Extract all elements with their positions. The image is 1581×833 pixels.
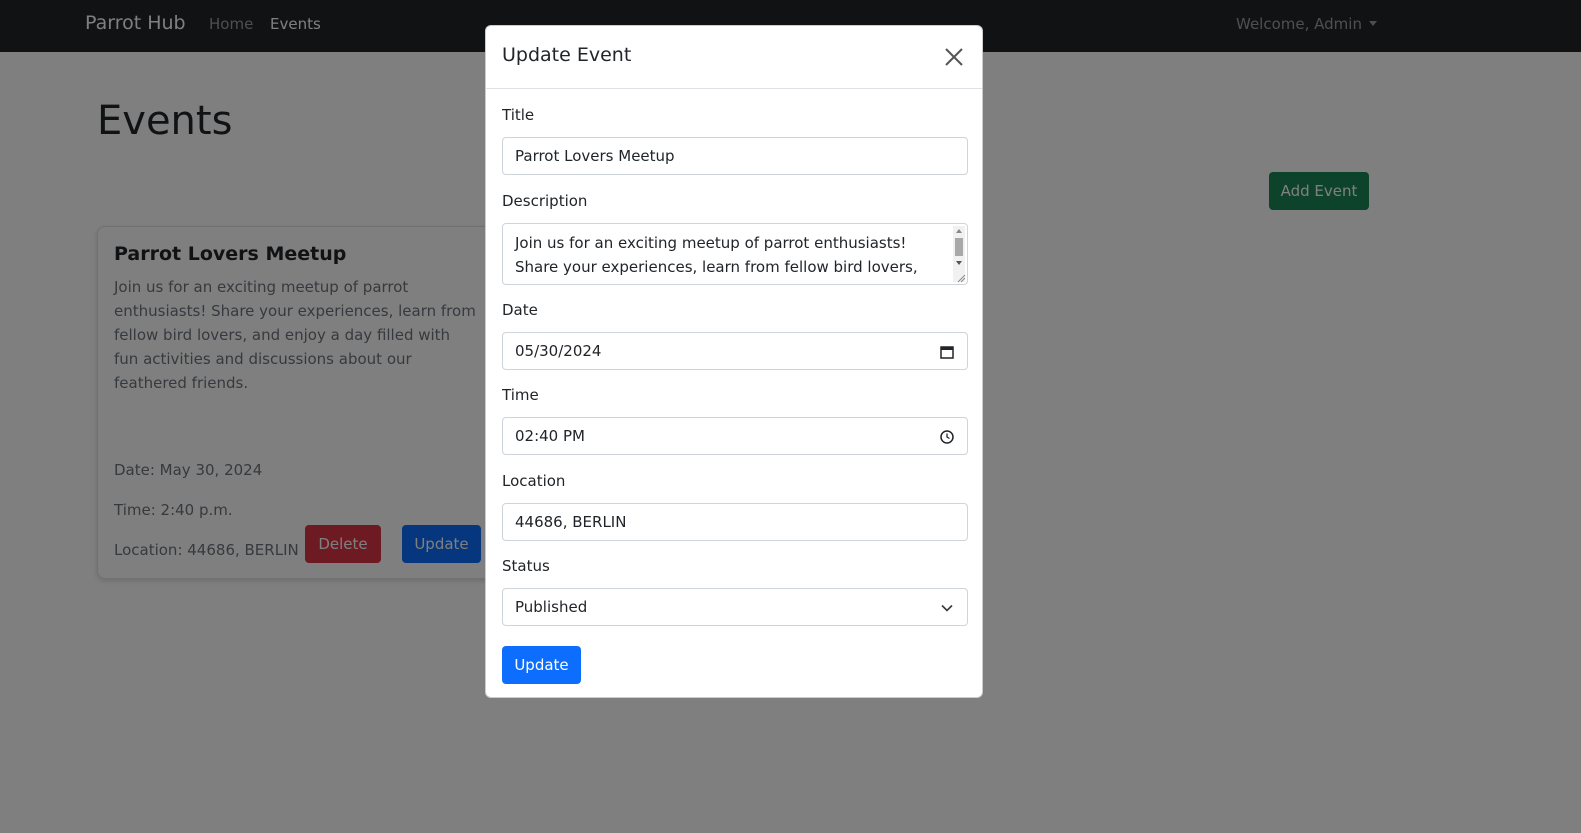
modal-header: Update Event — [486, 26, 982, 89]
date-label: Date — [502, 301, 538, 319]
date-value: 05/30/2024 — [515, 342, 602, 360]
scroll-thumb[interactable] — [955, 238, 963, 256]
scroll-down-icon[interactable] — [956, 261, 962, 265]
scroll-up-icon[interactable] — [956, 229, 962, 233]
title-label: Title — [502, 106, 535, 124]
title-input[interactable]: Parrot Lovers Meetup — [502, 137, 968, 175]
location-label: Location — [502, 472, 566, 490]
date-input[interactable]: 05/30/2024 — [502, 332, 968, 370]
chevron-down-icon — [941, 604, 953, 612]
clock-icon[interactable] — [939, 429, 955, 445]
status-select[interactable]: Published — [502, 588, 968, 626]
description-text: Join us for an exciting meetup of parrot… — [515, 234, 938, 284]
time-input[interactable]: 02:40 PM — [502, 417, 968, 455]
description-textarea[interactable]: Join us for an exciting meetup of parrot… — [502, 223, 968, 285]
close-icon[interactable] — [942, 45, 966, 69]
location-input[interactable]: 44686, BERLIN — [502, 503, 968, 541]
update-submit-button[interactable]: Update — [502, 646, 581, 684]
modal-title: Update Event — [502, 44, 632, 66]
calendar-icon[interactable] — [939, 344, 955, 360]
time-value: 02:40 PM — [515, 427, 585, 445]
resize-grip-icon[interactable] — [956, 273, 966, 283]
update-event-modal: Update Event Title Parrot Lovers Meetup … — [485, 25, 983, 698]
description-label: Description — [502, 192, 588, 210]
status-label: Status — [502, 557, 550, 575]
time-label: Time — [502, 386, 539, 404]
status-value: Published — [515, 598, 588, 616]
